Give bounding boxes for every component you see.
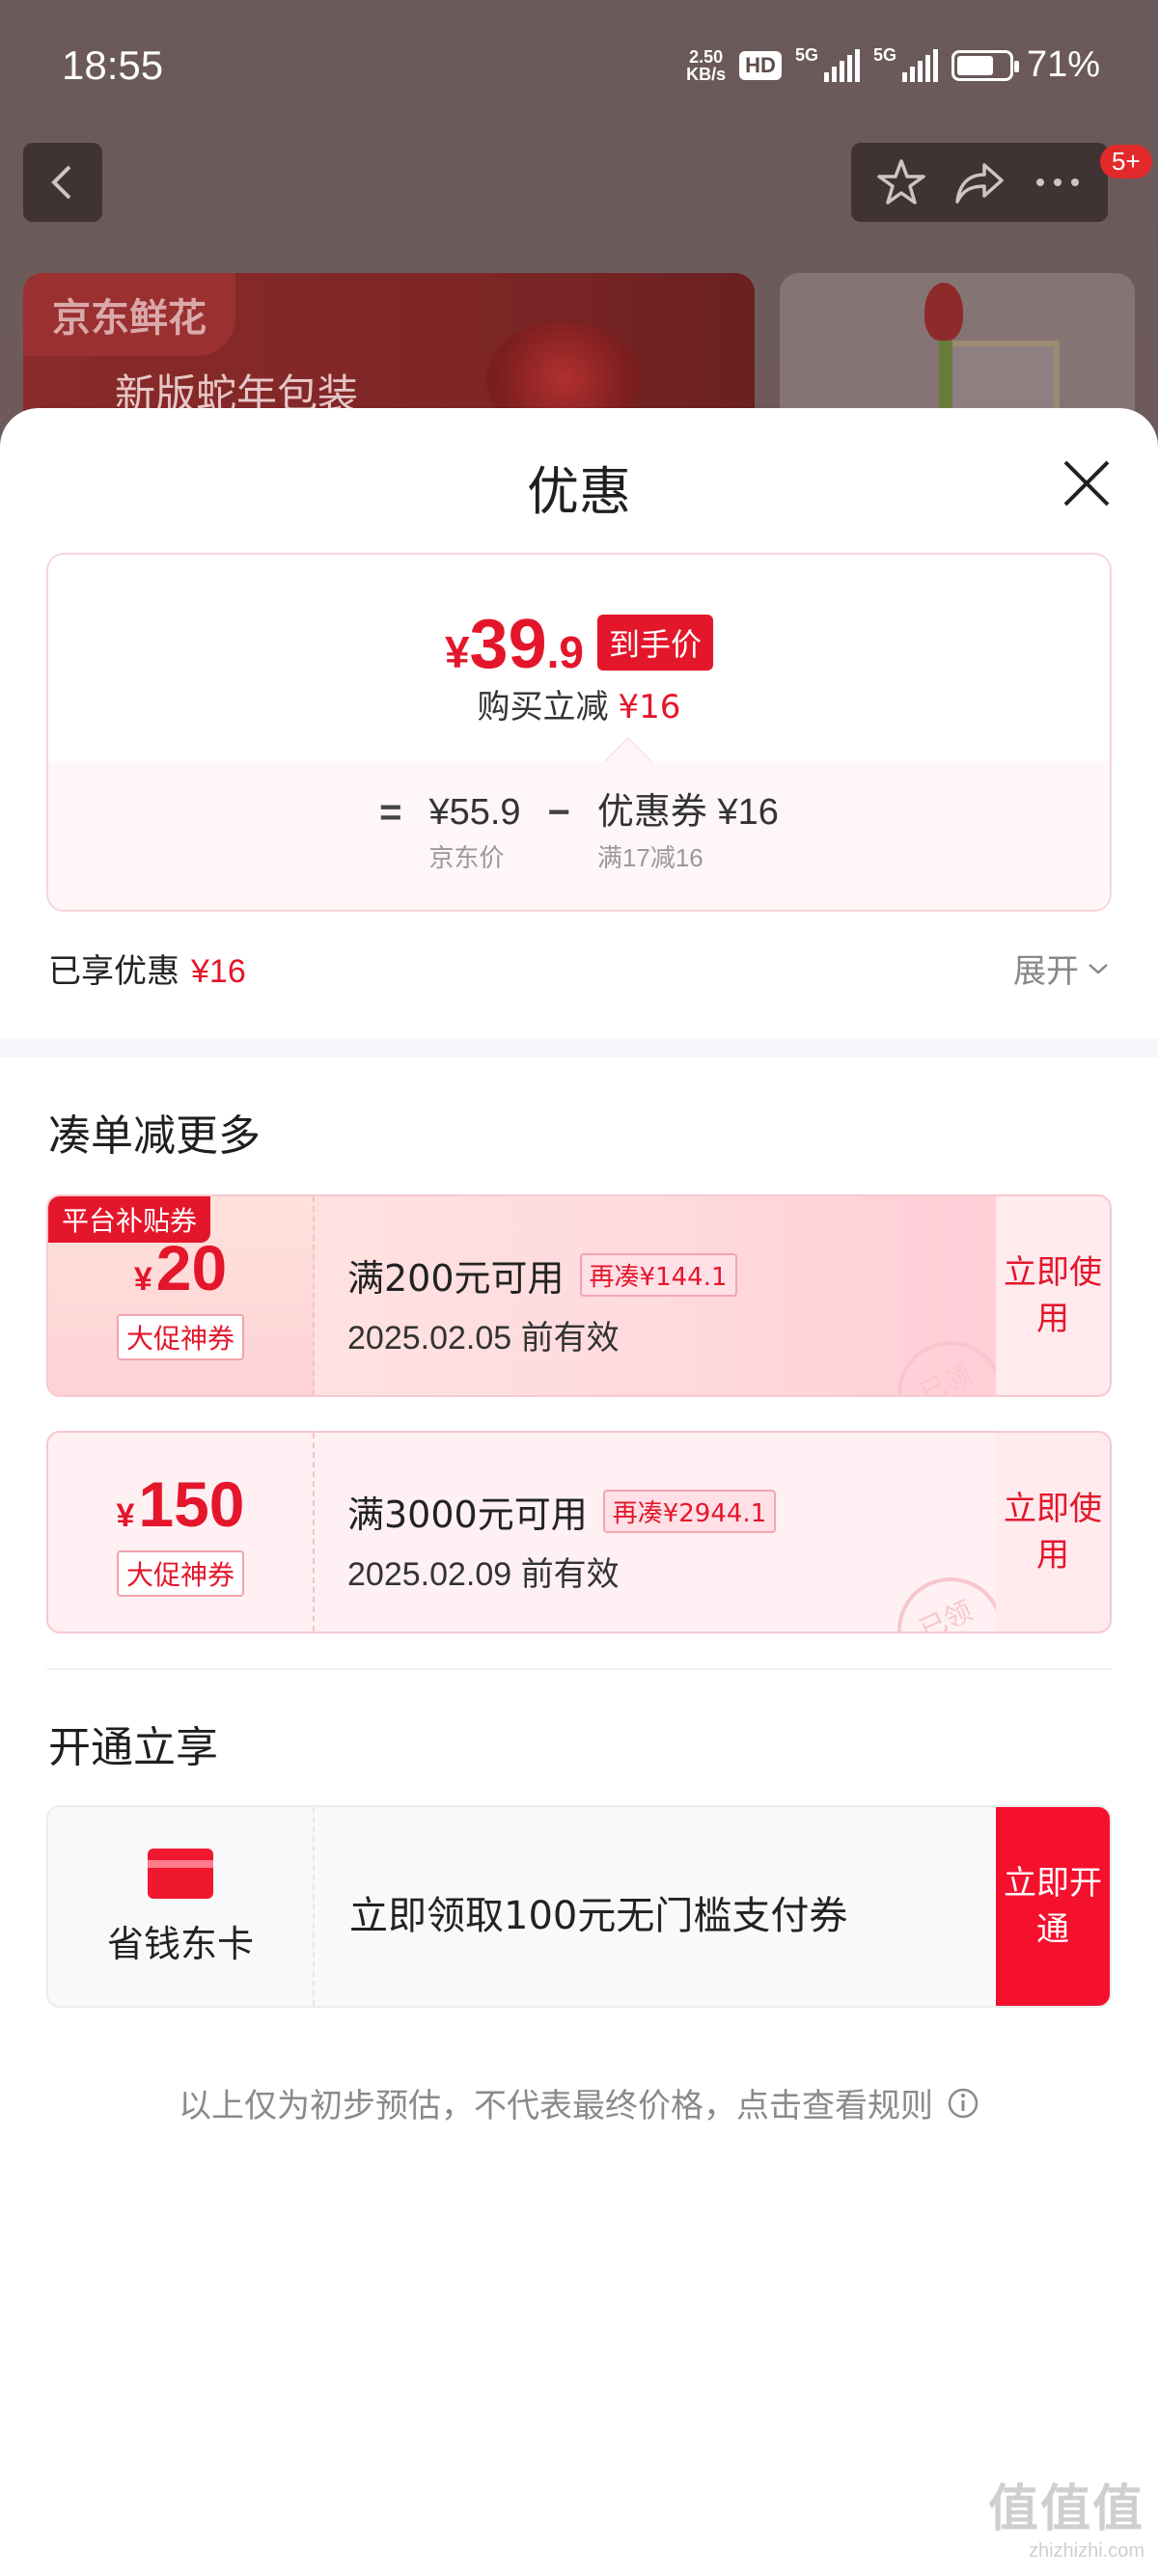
final-price-tag: 到手价 [597,615,714,671]
coupon-amount: ¥ 150 [116,1468,245,1540]
more-icon[interactable] [1033,173,1083,192]
coupon-expiry: 2025.02.09 前有效 [347,1556,620,1593]
coupon-card: ¥ 20 大促神券 平台补贴券 满200元可用 再凑¥144.1 2025.02… [46,1194,1112,1397]
banner-brand-tag: 京东鲜花 [23,273,235,356]
coupon-condition: 满3000元可用 [347,1494,588,1536]
open-enjoy-title: 开通立享 [48,1723,218,1772]
back-button[interactable] [23,143,102,222]
signal-sim2-icon: 5G [873,45,938,82]
use-now-button[interactable]: 立即使用 [996,1196,1110,1395]
coupon-type-badge: 大促神券 [116,1550,244,1597]
battery-percent: 71% [1026,44,1100,85]
watermark: 值值值 zhizhizhi.com [987,2481,1144,2562]
add-more-badge: 再凑¥2944.1 [602,1490,777,1533]
savings-card-description: 立即领取100元无门槛支付券 [349,1894,848,1938]
coupon-expiry: 2025.02.05 前有效 [347,1320,620,1357]
card-icon [148,1848,213,1899]
discount-sheet: 优惠 ¥ 39 .9 到手价 购买立减 ¥16 = ¥55.9 京东价 − 优惠… [0,408,1158,2576]
status-indicators: 2.50 KB/s HD 5G 5G 71% [686,44,1100,86]
coupon-term: 优惠券 ¥16 满17减16 [596,792,779,872]
signal-sim1-icon: 5G [795,45,860,82]
open-now-button[interactable]: 立即开通 [996,1807,1110,2006]
price-formula: = ¥55.9 京东价 − 优惠券 ¥16 满17减16 [48,790,1110,874]
price-breakdown: = ¥55.9 京东价 − 优惠券 ¥16 满17减16 [48,761,1110,910]
share-icon[interactable] [953,159,1006,206]
status-bar: 18:55 2.50 KB/s HD 5G 5G 71% [0,0,1158,135]
coupon-condition: 满200元可用 [347,1257,565,1300]
info-icon [948,2088,979,2118]
notification-badge: 5+ [1100,145,1152,178]
close-icon[interactable] [1060,456,1114,510]
savings-card-name: 省钱东卡 [106,1922,254,1965]
section-divider [0,1038,1158,1057]
expand-button[interactable]: 展开 [1013,945,1110,992]
chevron-left-icon [51,165,71,200]
rules-note[interactable]: 以上仅为初步预估，不代表最终价格，点击查看规则 [0,2079,1158,2126]
use-now-button[interactable]: 立即使用 [996,1433,1110,1631]
add-more-badge: 再凑¥144.1 [579,1253,737,1297]
hd-voice-icon: HD [739,50,782,80]
more-discount-title: 凑单减更多 [48,1111,261,1161]
battery-icon [951,49,1019,81]
star-favorite-icon[interactable] [876,157,926,207]
base-price-term: ¥55.9 京东价 [428,792,521,872]
coupon-card: ¥ 150 大促神券 满3000元可用 再凑¥2944.1 2025.02.09… [46,1431,1112,1633]
sheet-title: 优惠 [527,461,631,522]
chevron-down-icon [1089,963,1108,974]
equals-sign: = [379,791,402,834]
top-action-group [851,143,1108,222]
flower-bud-image [924,283,963,341]
status-time: 18:55 [62,42,164,88]
section-divider [46,1668,1112,1670]
savings-card-offer: 省钱东卡 立即领取100元无门槛支付券 立即开通 [46,1805,1112,2008]
instant-discount: 购买立减 ¥16 [477,688,681,726]
platform-subsidy-ribbon: 平台补贴券 [48,1196,211,1243]
coupon-type-badge: 大促神券 [116,1314,244,1360]
final-price: ¥ 39 .9 [444,606,585,683]
minus-sign: − [547,791,570,834]
battery-level [956,55,993,75]
final-price-box: ¥ 39 .9 到手价 购买立减 ¥16 = ¥55.9 京东价 − 优惠券 ¥1… [46,553,1112,912]
enjoyed-discount: 已享优惠 ¥16 [48,952,246,991]
network-speed: 2.50 KB/s [686,46,727,84]
